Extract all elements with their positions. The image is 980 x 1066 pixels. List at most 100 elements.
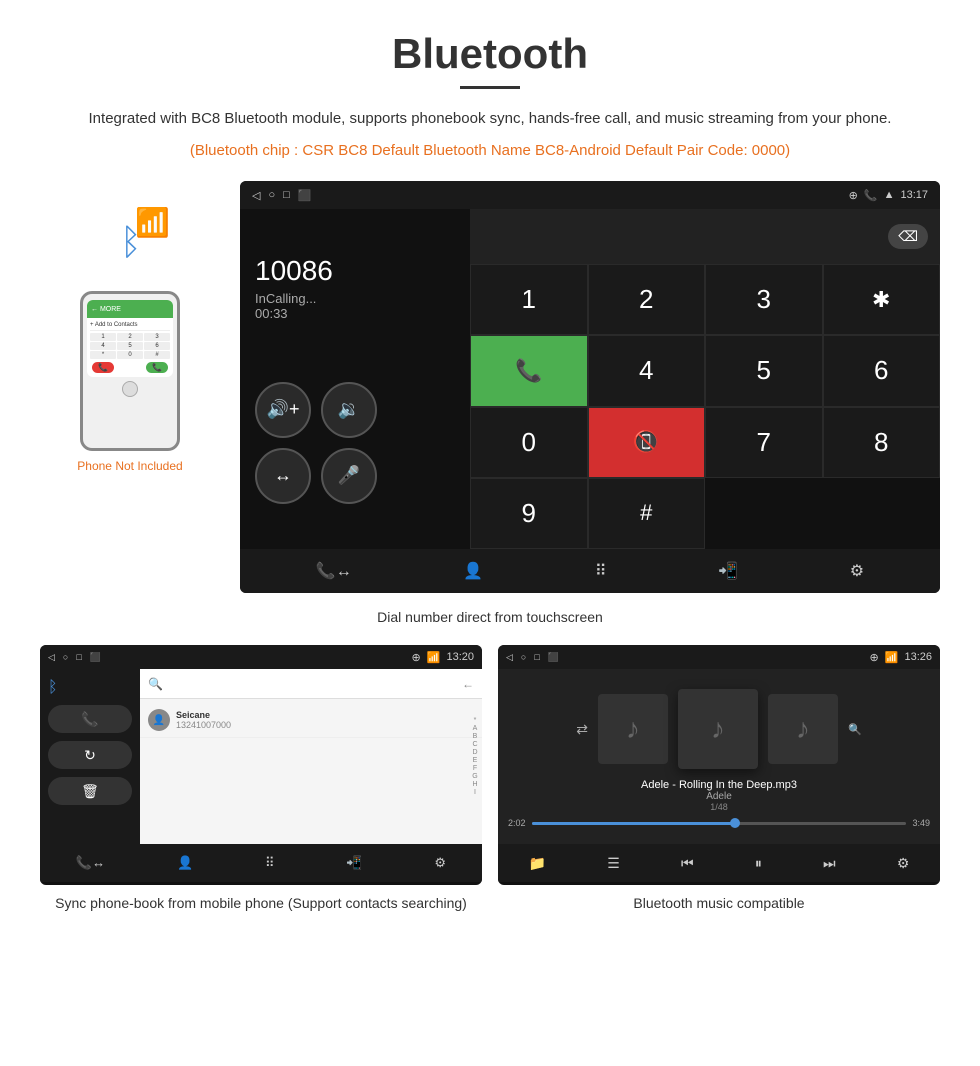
phone-key-6[interactable]: 6 — [144, 342, 170, 350]
phone-home-btn[interactable] — [122, 381, 138, 397]
music-shuffle-icon[interactable]: ⇄ — [576, 721, 588, 738]
pb-time-display: 13:20 — [446, 651, 474, 663]
music-album-center: ♪ — [678, 689, 758, 769]
music-next-icon[interactable]: ⏭ — [823, 855, 836, 872]
music-settings-icon[interactable]: ⚙ — [897, 855, 910, 872]
phone-key-1[interactable]: 1 — [90, 333, 116, 341]
nav-contacts-icon[interactable]: 👤 — [463, 561, 483, 581]
volume-up-btn[interactable]: 🔊+ — [255, 382, 311, 438]
pb-screen-icon: ⬛ — [90, 652, 101, 663]
phone-key-0[interactable]: 0 — [117, 351, 143, 359]
pb-sync-btn[interactable]: ↻ — [48, 741, 132, 769]
pb-statusbar-right: ⊕ 📶 13:20 — [412, 651, 474, 664]
music-album-left: ♪ — [598, 694, 668, 764]
dialpad-grid: 1 2 3 ✱ 📞 4 5 6 0 📵 7 8 9 # — [470, 264, 940, 549]
pb-contact-list: 👤 Seicane 13241007000 — [140, 699, 482, 742]
dial-key-end[interactable]: 📵 — [588, 407, 706, 478]
transfer-btn[interactable]: ↔ — [255, 448, 311, 504]
call-number: 10086 — [255, 255, 455, 287]
page-title: Bluetooth — [40, 30, 940, 78]
music-search-icon[interactable]: 🔍 — [848, 723, 862, 736]
phonebook-item: ◁ ○ □ ⬛ ⊕ 📶 13:20 ᛒ 📞 ↻ 🗑 — [40, 645, 482, 914]
pb-nav-phone-icon[interactable]: 📞↔ — [76, 855, 105, 871]
phone-answer-btn[interactable]: 📞 — [146, 362, 168, 373]
phone-screen-back: ← MORE — [91, 306, 121, 313]
nav-transfer-icon[interactable]: 📲 — [718, 561, 738, 581]
dial-key-7[interactable]: 7 — [705, 407, 823, 478]
add-contacts-row: + Add to Contacts — [90, 322, 170, 328]
pb-alpha-d[interactable]: D — [472, 749, 477, 756]
pb-home-icon: ○ — [63, 652, 68, 662]
backspace-btn[interactable]: ⌫ — [888, 224, 928, 249]
phone-end-btn[interactable]: 📞 — [92, 362, 114, 373]
call-btn-row-1: 🔊+ 🔉 — [255, 382, 455, 438]
pb-contact-item[interactable]: 👤 Seicane 13241007000 — [140, 703, 482, 738]
music-time-display: 13:26 — [904, 651, 932, 663]
phone-screen-header: ← MORE — [87, 300, 173, 318]
android-call-screen: ◁ ○ □ ⬛ ⊕ 📞 ▲ 13:17 10086 InCalling... 0… — [240, 181, 940, 593]
music-recent-icon: □ — [534, 652, 539, 662]
volume-down-btn[interactable]: 🔉 — [321, 382, 377, 438]
pb-bt-icon: ᛒ — [48, 679, 132, 697]
dial-key-star[interactable]: ✱ — [823, 264, 941, 335]
music-screen: ◁ ○ □ ⬛ ⊕ 📶 13:26 ⇄ ♪ ♪ ♪ 🔍 — [498, 645, 940, 885]
pb-nav-contacts-icon[interactable]: 👤 — [177, 855, 193, 871]
pb-alpha-f[interactable]: F — [473, 765, 477, 772]
music-progress-fill — [532, 822, 738, 825]
call-screen-caption: Dial number direct from touchscreen — [40, 609, 940, 625]
music-progress-bar[interactable] — [532, 822, 907, 825]
dial-key-2[interactable]: 2 — [588, 264, 706, 335]
mute-btn[interactable]: 🎤 — [321, 448, 377, 504]
dial-key-3[interactable]: 3 — [705, 264, 823, 335]
phone-key-5[interactable]: 5 — [117, 342, 143, 350]
pb-nav-settings-icon[interactable]: ⚙ — [434, 855, 446, 871]
phone-screen: ← MORE + Add to Contacts 1 2 3 4 5 6 * — [87, 300, 173, 377]
dial-key-6[interactable]: 6 — [823, 335, 941, 406]
dial-key-answer[interactable]: 📞 — [470, 335, 588, 406]
music-item: ◁ ○ □ ⬛ ⊕ 📶 13:26 ⇄ ♪ ♪ ♪ 🔍 — [498, 645, 940, 914]
nav-phone-icon[interactable]: 📞↔ — [316, 561, 352, 581]
music-playlist-icon[interactable]: ☰ — [607, 855, 620, 872]
music-content: ⇄ ♪ ♪ ♪ 🔍 Adele - Rolling In the Deep.mp… — [498, 669, 940, 844]
phone-key-3[interactable]: 3 — [144, 333, 170, 341]
phone-key-4[interactable]: 4 — [90, 342, 116, 350]
pb-alpha-g[interactable]: G — [472, 773, 477, 780]
music-navbar: 📁 ☰ ⏮ ⏸ ⏭ ⚙ — [498, 844, 940, 882]
dial-key-9[interactable]: 9 — [470, 478, 588, 549]
pb-alpha-a[interactable]: A — [473, 725, 478, 732]
pb-contact-name: Seicane — [176, 710, 231, 720]
pb-alpha-h[interactable]: H — [472, 781, 477, 788]
pb-back-icon: ◁ — [48, 652, 55, 663]
pb-alpha-i[interactable]: I — [474, 789, 476, 796]
music-title: Adele - Rolling In the Deep.mp3 — [508, 779, 930, 791]
pb-alpha-e[interactable]: E — [473, 757, 478, 764]
pb-recent-icon: □ — [76, 652, 81, 662]
dial-key-8[interactable]: 8 — [823, 407, 941, 478]
orange-info: (Bluetooth chip : CSR BC8 Default Blueto… — [40, 139, 940, 163]
pb-nav-transfer-icon[interactable]: 📲 — [346, 855, 362, 871]
call-content: 10086 InCalling... 00:33 🔊+ 🔉 ↔ 🎤 — [240, 209, 940, 549]
music-play-pause-icon[interactable]: ⏸ — [755, 855, 762, 872]
dial-key-hash[interactable]: # — [588, 478, 706, 549]
call-left-panel: 10086 InCalling... 00:33 🔊+ 🔉 ↔ 🎤 — [240, 209, 470, 549]
dial-key-0[interactable]: 0 — [470, 407, 588, 478]
music-folder-icon[interactable]: 📁 — [529, 855, 546, 872]
back-icon: ◁ — [252, 189, 260, 202]
pb-call-btn[interactable]: 📞 — [48, 705, 132, 733]
dial-key-4[interactable]: 4 — [588, 335, 706, 406]
pb-nav-dialpad-icon[interactable]: ⠿ — [265, 855, 275, 871]
phone-mockup-area: ᛒ 📶 ← MORE + Add to Contacts 1 2 3 — [40, 181, 220, 473]
location-icon: ⊕ — [849, 189, 858, 202]
phone-key-star[interactable]: * — [90, 351, 116, 359]
phone-key-2[interactable]: 2 — [117, 333, 143, 341]
music-prev-icon[interactable]: ⏮ — [681, 855, 694, 872]
pb-delete-btn[interactable]: 🗑 — [48, 777, 132, 805]
nav-settings-icon[interactable]: ⚙ — [850, 561, 864, 581]
pb-contact-number: 13241007000 — [176, 720, 231, 730]
pb-alpha-b[interactable]: B — [473, 733, 478, 740]
dial-key-1[interactable]: 1 — [470, 264, 588, 335]
pb-alpha-c[interactable]: C — [472, 741, 477, 748]
nav-dialpad-icon[interactable]: ⠿ — [595, 561, 607, 581]
dial-key-5[interactable]: 5 — [705, 335, 823, 406]
phone-key-hash[interactable]: # — [144, 351, 170, 359]
